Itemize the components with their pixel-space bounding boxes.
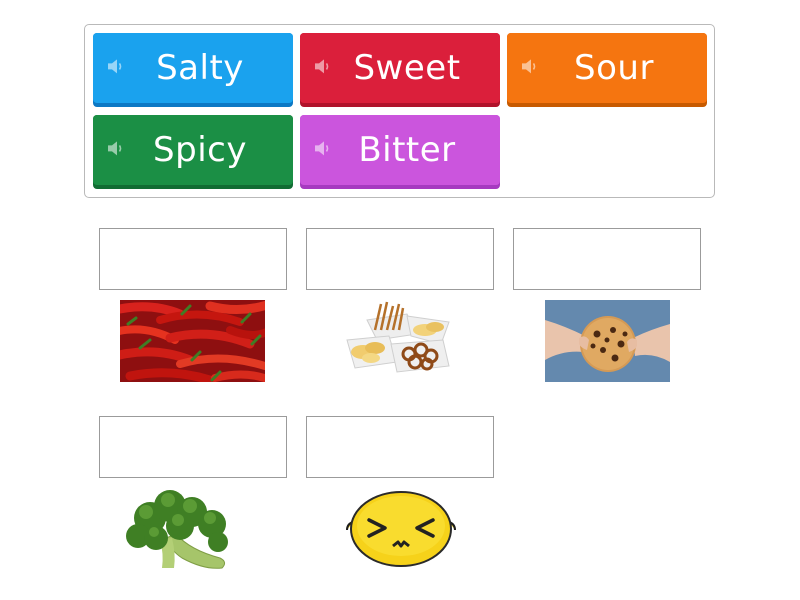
tile-spicy[interactable]: Spicy bbox=[93, 115, 293, 189]
drop-zone-pretzels[interactable] bbox=[306, 228, 494, 290]
chili-peppers-image bbox=[120, 300, 265, 382]
drop-zone-chili[interactable] bbox=[99, 228, 287, 290]
speaker-icon[interactable] bbox=[107, 140, 125, 156]
tile-bitter[interactable]: Bitter bbox=[300, 115, 500, 189]
drop-zone-broccoli[interactable] bbox=[99, 416, 287, 478]
tile-sweet[interactable]: Sweet bbox=[300, 33, 500, 107]
cookie-image bbox=[545, 300, 670, 382]
drop-zone-lemon[interactable] bbox=[306, 416, 494, 478]
speaker-icon[interactable] bbox=[314, 140, 332, 156]
word-bank: Salty Sweet Sour Spicy Bitter bbox=[84, 24, 715, 198]
broccoli-image bbox=[124, 488, 236, 570]
speaker-icon[interactable] bbox=[521, 58, 539, 74]
tile-label: Sweet bbox=[353, 48, 461, 88]
drop-zone-cookie[interactable] bbox=[513, 228, 701, 290]
tile-label: Salty bbox=[156, 48, 244, 88]
tile-sour[interactable]: Sour bbox=[507, 33, 707, 107]
tile-salty[interactable]: Salty bbox=[93, 33, 293, 107]
tile-label: Spicy bbox=[153, 130, 247, 170]
speaker-icon[interactable] bbox=[107, 58, 125, 74]
tile-label: Bitter bbox=[358, 130, 456, 170]
sour-lemon-face-image bbox=[345, 488, 457, 570]
speaker-icon[interactable] bbox=[314, 58, 332, 74]
tile-label: Sour bbox=[574, 48, 654, 88]
pretzels-chips-image bbox=[345, 300, 455, 382]
